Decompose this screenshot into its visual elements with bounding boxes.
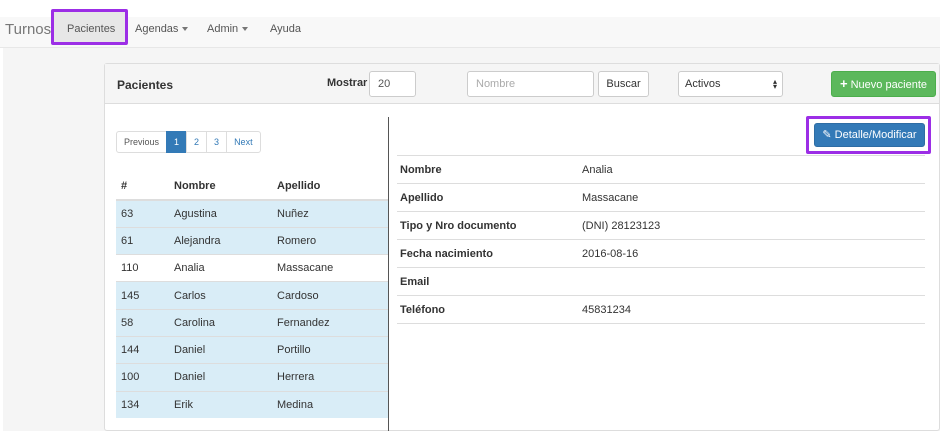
detail-value: Massacane <box>579 183 925 212</box>
table-row[interactable]: 63 Agustina Nuñez <box>116 199 389 228</box>
cell-nombre: Daniel <box>169 363 272 392</box>
cell-nombre: Carolina <box>169 308 272 337</box>
cell-id: 144 <box>116 335 169 364</box>
cell-id: 100 <box>116 363 169 392</box>
table-row[interactable]: 100 Daniel Herrera <box>116 363 389 392</box>
detail-label: Tipo y Nro documento <box>397 211 579 240</box>
cell-apellido: Cardoso <box>272 281 389 310</box>
mostrar-label: Mostrar <box>327 77 368 89</box>
column-header-id: # <box>116 173 169 201</box>
cell-apellido: Massacane <box>272 254 389 282</box>
pagination-previous[interactable]: Previous <box>116 131 168 153</box>
detail-row-nombre: Nombre Analia <box>397 155 925 184</box>
cell-id: 110 <box>116 254 169 282</box>
cell-nombre: Daniel <box>169 335 272 364</box>
caret-down-icon <box>182 27 189 32</box>
detail-label: Teléfono <box>397 295 579 324</box>
nav-item-agendas[interactable]: Agendas <box>135 23 189 35</box>
column-header-nombre: Nombre <box>169 173 272 201</box>
nuevo-paciente-button[interactable]: + Nuevo paciente <box>831 71 936 97</box>
table-row-selected[interactable]: 110 Analia Massacane <box>116 254 389 282</box>
vertical-divider <box>388 117 389 431</box>
patient-details-table: Nombre Analia Apellido Massacane Tipo y Nr… <box>397 155 925 324</box>
column-header-apellido: Apellido <box>272 173 389 201</box>
detail-row-fecha-nacimiento: Fecha nacimiento 2016-08-16 <box>397 239 925 268</box>
detail-label: Email <box>397 267 579 296</box>
status-select-value: Activos <box>685 78 721 90</box>
nav-item-admin-label: Admin <box>207 23 239 35</box>
patients-panel: Pacientes Mostrar Buscar Activos ▴▾ + Nu… <box>104 63 940 431</box>
detail-label: Apellido <box>397 183 579 212</box>
panel-heading: Pacientes Mostrar Buscar Activos ▴▾ + Nu… <box>105 64 939 104</box>
table-row[interactable]: 134 Erik Medina <box>116 390 389 419</box>
panel-title: Pacientes <box>117 78 174 92</box>
pagination-next[interactable]: Next <box>226 131 261 153</box>
nav-item-agendas-label: Agendas <box>135 23 179 35</box>
cell-apellido: Portillo <box>272 335 389 364</box>
pagination-page-2[interactable]: 2 <box>186 131 208 153</box>
table-row[interactable]: 61 Alejandra Romero <box>116 226 389 255</box>
cell-apellido: Romero <box>272 226 389 255</box>
detail-label: Fecha nacimiento <box>397 239 579 268</box>
pagination-page-1[interactable]: 1 <box>166 131 188 153</box>
patients-table: # Nombre Apellido 63 Agustina Nuñez 61 Alej… <box>116 173 389 419</box>
detail-value <box>579 267 925 296</box>
plus-icon: + <box>839 76 848 91</box>
caret-down-icon <box>242 27 249 32</box>
nombre-search-input[interactable] <box>467 71 594 97</box>
select-arrows-icon: ▴ ▾ <box>772 77 777 91</box>
cell-id: 63 <box>116 199 169 228</box>
detail-row-documento: Tipo y Nro documento (DNI) 28123123 <box>397 211 925 240</box>
cell-nombre: Agustina <box>169 199 272 228</box>
nav-item-admin[interactable]: Admin <box>207 23 249 35</box>
detail-value: Analia <box>579 155 925 184</box>
cell-apellido: Medina <box>272 390 389 419</box>
table-row[interactable]: 145 Carlos Cardoso <box>116 281 389 310</box>
table-row[interactable]: 144 Daniel Portillo <box>116 335 389 364</box>
table-header-row: # Nombre Apellido <box>116 173 389 201</box>
cell-nombre: Analia <box>169 254 272 282</box>
nav-item-ayuda[interactable]: Ayuda <box>270 23 301 35</box>
highlight-box-pacientes <box>51 9 128 45</box>
pagination-page-3[interactable]: 3 <box>206 131 228 153</box>
cell-nombre: Erik <box>169 390 272 419</box>
cell-apellido: Fernandez <box>272 308 389 337</box>
cell-id: 145 <box>116 281 169 310</box>
table-row[interactable]: 58 Carolina Fernandez <box>116 308 389 337</box>
detail-row-email: Email <box>397 267 925 296</box>
detail-row-apellido: Apellido Massacane <box>397 183 925 212</box>
detail-value: 45831234 <box>579 295 925 324</box>
mostrar-input[interactable] <box>369 71 416 97</box>
detail-value: (DNI) 28123123 <box>579 211 925 240</box>
highlight-box-detalle <box>806 116 931 154</box>
cell-nombre: Carlos <box>169 281 272 310</box>
cell-apellido: Herrera <box>272 363 389 392</box>
pagination: Previous 1 2 3 Next <box>116 131 261 153</box>
cell-id: 58 <box>116 308 169 337</box>
cell-id: 134 <box>116 390 169 419</box>
cell-id: 61 <box>116 226 169 255</box>
detail-row-telefono: Teléfono 45831234 <box>397 295 925 324</box>
buscar-button[interactable]: Buscar <box>598 71 649 97</box>
cell-apellido: Nuñez <box>272 199 389 228</box>
status-select[interactable]: Activos ▴ ▾ <box>678 71 783 97</box>
nuevo-paciente-label: Nuevo paciente <box>850 79 928 91</box>
brand-title[interactable]: Turnos <box>5 21 51 38</box>
detail-label: Nombre <box>397 155 579 184</box>
detail-value: 2016-08-16 <box>579 239 925 268</box>
cell-nombre: Alejandra <box>169 226 272 255</box>
